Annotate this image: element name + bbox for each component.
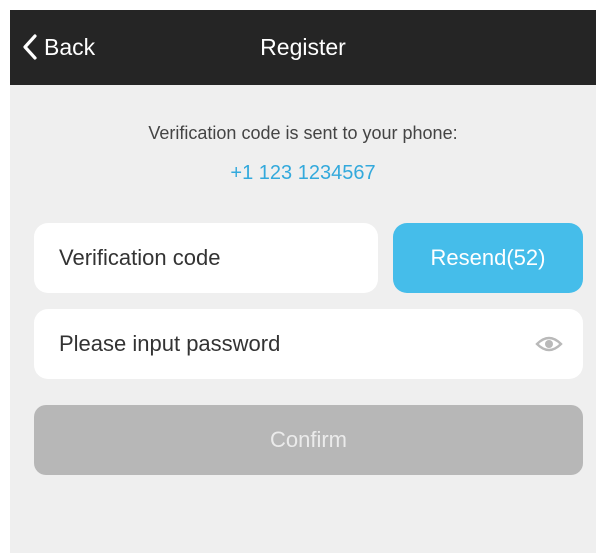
confirm-button[interactable]: Confirm	[34, 405, 583, 475]
back-label: Back	[44, 34, 96, 60]
password-placeholder: Please input password	[59, 331, 281, 356]
phone-number: +1 123 1234567	[230, 162, 376, 184]
verification-code-input[interactable]: Verification code	[34, 223, 378, 293]
chevron-left-icon	[22, 34, 38, 60]
page-title: Register	[260, 34, 346, 60]
back-button[interactable]: Back	[22, 30, 95, 64]
eye-icon[interactable]	[535, 333, 563, 360]
password-input[interactable]: Please input password	[34, 309, 583, 379]
verification-sent-message: Verification code is sent to your phone:	[148, 123, 458, 143]
resend-button[interactable]: Resend(52)	[393, 223, 583, 293]
register-screen: Register Back Verification code is sent …	[10, 10, 596, 553]
navigation-bar: Register Back	[10, 10, 596, 85]
verification-code-placeholder: Verification code	[59, 245, 221, 270]
